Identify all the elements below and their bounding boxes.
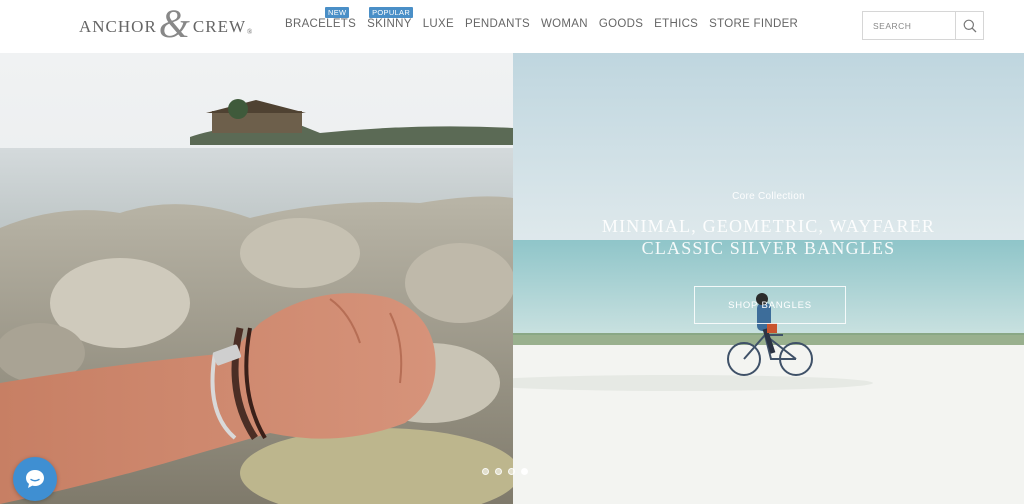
- nav-item-label: ETHICS: [654, 18, 699, 30]
- hero-image-bracelets[interactable]: [0, 53, 513, 504]
- search-icon: [963, 19, 976, 32]
- nav-item-store-finder[interactable]: STORE FINDER: [709, 18, 798, 30]
- search-box: [862, 11, 984, 40]
- main-nav: NEW BRACELETS POPULAR SKINNY LUXE PENDAN…: [285, 7, 809, 30]
- slider-dots: [482, 468, 528, 475]
- nav-item-pendants[interactable]: PENDANTS: [465, 18, 530, 30]
- nav-item-goods[interactable]: GOODS: [599, 18, 643, 30]
- nav-item-label: GOODS: [598, 18, 644, 30]
- hero-eyebrow: Core Collection: [732, 191, 805, 202]
- brand-logo-ampersand: &: [158, 1, 191, 46]
- search-button[interactable]: [955, 12, 983, 39]
- nav-item-luxe[interactable]: LUXE: [423, 18, 454, 30]
- bracelet-photo: [0, 53, 513, 504]
- chat-icon: [26, 470, 44, 488]
- popular-badge: POPULAR: [369, 7, 414, 18]
- brand-logo-right: CREW: [192, 17, 247, 36]
- nav-item-label: SKINNY: [367, 18, 412, 30]
- nav-item-label: STORE FINDER: [709, 18, 799, 30]
- hero-image-core-collection: Core Collection MINIMAL, GEOMETRIC, WAYF…: [513, 53, 1024, 504]
- new-badge: NEW: [325, 7, 350, 18]
- slider-dot-2[interactable]: [495, 468, 502, 475]
- search-input[interactable]: [863, 12, 955, 39]
- brand-logo[interactable]: ANCHOR & CREW ®: [79, 4, 254, 46]
- hero-headline-line-1: MINIMAL, GEOMETRIC, WAYFARER: [601, 216, 936, 236]
- nav-item-label: PENDANTS: [464, 18, 530, 30]
- nav-item-label: BRACELETS: [285, 18, 357, 30]
- slider-dot-1[interactable]: [482, 468, 489, 475]
- site-header: ANCHOR & CREW ® NEW BRACELETS POPULAR SK…: [0, 0, 1024, 52]
- chat-button[interactable]: [13, 457, 57, 501]
- hero-headline: MINIMAL, GEOMETRIC, WAYFARER CLASSIC SIL…: [513, 215, 1024, 259]
- nav-item-ethics[interactable]: ETHICS: [654, 18, 698, 30]
- nav-item-label: WOMAN: [541, 18, 588, 30]
- nav-item-woman[interactable]: WOMAN: [541, 18, 588, 30]
- brand-logo-left: ANCHOR: [79, 17, 157, 36]
- nav-item-bracelets[interactable]: NEW BRACELETS: [285, 7, 357, 30]
- slider-dot-4[interactable]: [521, 468, 528, 475]
- beach-cyclist-photo: [513, 53, 1024, 504]
- slider-dot-3[interactable]: [508, 468, 515, 475]
- nav-item-skinny[interactable]: POPULAR SKINNY: [367, 7, 414, 30]
- hero-headline-line-2: CLASSIC SILVER BANGLES: [641, 238, 896, 258]
- registered-mark: ®: [247, 28, 254, 36]
- nav-item-label: LUXE: [422, 18, 454, 30]
- shop-bangles-button[interactable]: SHOP BANGLES: [694, 286, 846, 324]
